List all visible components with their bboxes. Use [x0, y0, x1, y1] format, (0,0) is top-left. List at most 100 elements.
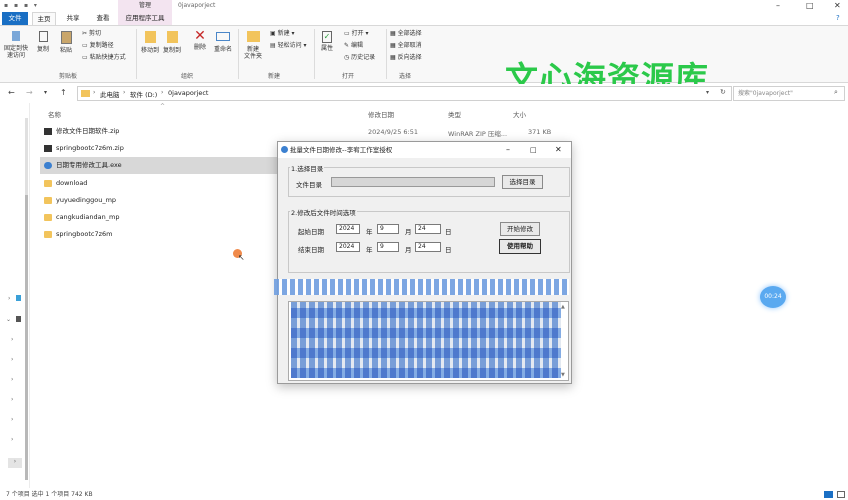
properties-icon: ✓ — [322, 31, 332, 43]
address-dropdown-icon[interactable]: ▾ — [706, 89, 709, 96]
tab-file[interactable]: 文件 — [2, 12, 28, 25]
history-label: 历史记录 — [351, 54, 376, 61]
dir-label: 文件目录 — [296, 181, 322, 189]
log-output-area[interactable]: ▲ ▼ — [288, 301, 569, 381]
back-icon[interactable]: ← — [8, 88, 15, 97]
tab-application-tools[interactable]: 应用程序工具 — [118, 12, 172, 25]
file-row[interactable]: cangkudiandan_mp — [40, 209, 278, 226]
new-item-button[interactable]: ▣ 新建 ▾ — [270, 30, 295, 38]
file-row[interactable]: springbootc7z6m — [40, 226, 278, 243]
file-row[interactable]: 修改文件日期软件.zip — [40, 123, 278, 140]
expand-chevron-icon[interactable]: › — [8, 295, 10, 302]
details-view-icon[interactable] — [824, 491, 833, 498]
file-row[interactable]: yuyuedinggou_mp — [40, 192, 278, 209]
breadcrumb-drive[interactable]: 软件 (D:) — [130, 89, 157, 99]
ribbon-divider — [238, 29, 239, 79]
breadcrumb-this-pc[interactable]: 此电脑 — [100, 89, 120, 99]
floating-timer-badge[interactable]: 00:24 — [760, 286, 786, 308]
dir-path-field[interactable] — [331, 177, 495, 187]
up-icon[interactable]: ↑ — [60, 88, 67, 97]
tab-home[interactable]: 主页 — [32, 12, 56, 25]
paste-button[interactable]: 粘贴 — [56, 31, 76, 54]
close-button[interactable]: ✕ — [834, 1, 841, 10]
select-all-label: 全部选择 — [397, 30, 422, 37]
pin-quick-access-button[interactable]: 固定到快 速访问 — [3, 31, 29, 59]
expand-chevron-icon[interactable]: › — [11, 416, 13, 423]
address-box[interactable]: › 此电脑 › 软件 (D:) › 0javaporject ▾ ↻ — [77, 86, 732, 101]
file-row[interactable]: download — [40, 175, 278, 192]
nav-item-icon — [16, 295, 21, 301]
scroll-down-icon[interactable]: › — [8, 458, 22, 468]
end-year-input[interactable]: 2024 — [336, 242, 360, 252]
file-modified: 2024/9/25 6:51 — [368, 128, 418, 136]
copy-path-button[interactable]: ▭ 复制路径 — [82, 42, 114, 50]
tab-share[interactable]: 共享 — [60, 12, 86, 25]
select-none-button[interactable]: ▦ 全部取消 — [390, 42, 422, 50]
column-name[interactable]: 名称 — [48, 109, 61, 119]
dialog-minimize-button[interactable]: – — [506, 142, 510, 158]
search-input[interactable]: 搜索"0javaporject" — [733, 86, 845, 101]
new-folder-button[interactable]: 新建 文件夹 — [242, 31, 264, 60]
copy-button[interactable]: 复制 — [33, 31, 53, 53]
end-month-input[interactable]: 9 — [377, 242, 399, 252]
sidebar-scroll-thumb[interactable] — [25, 195, 28, 480]
dialog-title-bar[interactable]: 批量文件日期修改--李宥工作室授权 – □ ✕ — [278, 142, 571, 158]
thumbnail-view-icon[interactable] — [837, 491, 845, 498]
start-month-input[interactable]: 9 — [377, 224, 399, 234]
copy-to-button[interactable]: 复制到 — [162, 31, 182, 54]
easy-access-button[interactable]: ▤ 轻松访问 ▾ — [270, 42, 307, 50]
help-icon[interactable]: ? — [836, 14, 840, 22]
column-type[interactable]: 类型 — [448, 109, 461, 119]
expand-chevron-icon[interactable]: › — [11, 436, 13, 443]
column-modified[interactable]: 修改日期 — [368, 109, 394, 119]
start-year-input[interactable]: 2024 — [336, 224, 360, 234]
collapse-chevron-icon[interactable]: ⌄ — [6, 316, 11, 323]
expand-chevron-icon[interactable]: › — [11, 396, 13, 403]
file-row[interactable]: springbootc7z6m.zip — [40, 140, 278, 157]
forward-icon[interactable]: → — [26, 88, 33, 97]
file-row-selected[interactable]: 日期专用修改工具.exe — [40, 157, 278, 174]
expand-chevron-icon[interactable]: › — [11, 336, 13, 343]
search-icon[interactable]: ⌕ — [834, 88, 838, 97]
end-date-label: 结束日期 — [298, 246, 324, 254]
dialog-close-button[interactable]: ✕ — [555, 142, 562, 158]
properties-button[interactable]: ✓ 属性 — [318, 31, 336, 52]
scroll-up-icon[interactable]: ▲ — [561, 304, 565, 310]
folder-icon — [44, 196, 52, 204]
choose-dir-button[interactable]: 选择目录 — [502, 175, 543, 189]
pin-label: 固定到快 速访问 — [3, 45, 28, 59]
tab-view[interactable]: 查看 — [90, 12, 116, 25]
properties-label: 属性 — [320, 45, 333, 52]
cut-button[interactable]: ✂ 剪切 — [82, 30, 101, 38]
paste-shortcut-label: 粘贴快捷方式 — [89, 54, 126, 61]
history-button[interactable]: ◷ 历史记录 — [344, 54, 375, 62]
rename-button[interactable]: 重命名 — [212, 31, 234, 53]
expand-chevron-icon[interactable]: › — [11, 376, 13, 383]
breadcrumb-folder[interactable]: 0javaporject — [168, 89, 208, 97]
open-button[interactable]: ▭ 打开 ▾ — [344, 30, 369, 38]
move-to-button[interactable]: 移动到 — [140, 31, 160, 54]
column-size[interactable]: 大小 — [513, 109, 526, 119]
recent-chevron-icon[interactable]: ▾ — [44, 89, 47, 96]
paste-shortcut-button[interactable]: ▭ 粘贴快捷方式 — [82, 54, 126, 62]
new-folder-label: 新建 文件夹 — [243, 46, 262, 60]
maximize-button[interactable]: □ — [806, 1, 814, 10]
end-day-input[interactable]: 24 — [415, 242, 441, 252]
dialog-maximize-button[interactable]: □ — [530, 142, 537, 158]
minimize-button[interactable]: – — [776, 1, 780, 10]
start-date-label: 起始日期 — [298, 228, 324, 236]
start-modify-button[interactable]: 开始修改 — [500, 222, 540, 236]
delete-button[interactable]: ✕ 删除 — [190, 29, 210, 52]
cut-label: 剪切 — [88, 30, 101, 37]
edit-button[interactable]: ✎ 编辑 — [344, 42, 363, 50]
invert-selection-button[interactable]: ▦ 反向选择 — [390, 54, 422, 62]
start-day-input[interactable]: 24 — [415, 224, 441, 234]
scroll-down-icon[interactable]: ▼ — [561, 372, 565, 378]
file-name: yuyuedinggou_mp — [56, 196, 117, 204]
select-all-button[interactable]: ▦ 全部选择 — [390, 30, 422, 38]
year-unit: 年 — [366, 228, 373, 236]
help-button[interactable]: 使用帮助 — [499, 239, 541, 254]
refresh-icon[interactable]: ↻ — [720, 88, 726, 96]
quick-access-toolbar[interactable]: ▪ ▪ ▪ ▾ — [4, 2, 39, 9]
expand-chevron-icon[interactable]: › — [11, 356, 13, 363]
